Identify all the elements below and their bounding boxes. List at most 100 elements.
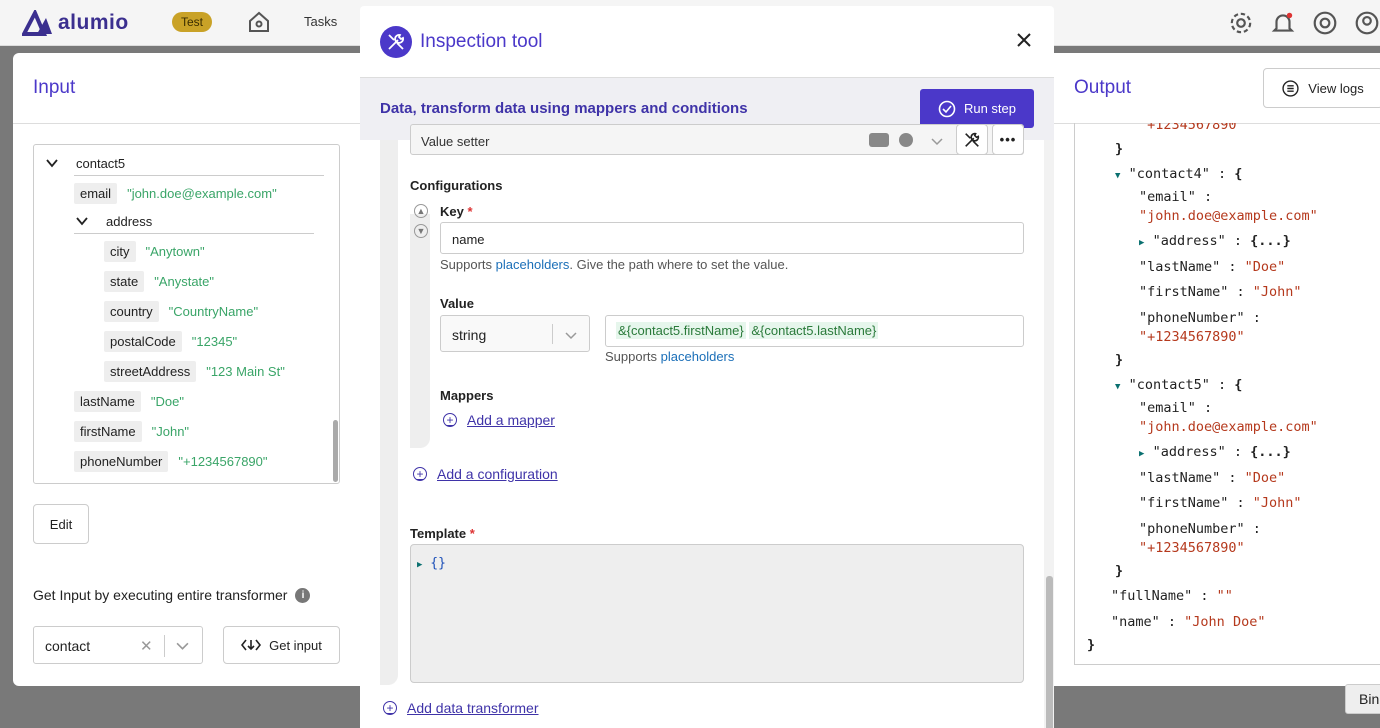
view-logs-button[interactable]: View logs bbox=[1263, 68, 1380, 108]
json-key: "lastName" bbox=[1139, 259, 1221, 275]
json-key: "address" bbox=[1152, 233, 1226, 249]
json-key: "fullName" bbox=[1111, 588, 1193, 604]
gear-icon[interactable] bbox=[1228, 10, 1254, 36]
bin-button[interactable]: Bin bbox=[1345, 684, 1380, 714]
toggle-icon[interactable] bbox=[869, 133, 889, 147]
caret-right-icon[interactable]: ▶ bbox=[1139, 449, 1144, 459]
key-help-pre: Supports bbox=[440, 257, 493, 272]
value-setter-label: Value setter bbox=[421, 134, 490, 149]
code-download-icon bbox=[241, 639, 262, 651]
tree-value: "123 Main St" bbox=[206, 363, 285, 379]
info-icon[interactable]: i bbox=[295, 587, 311, 603]
tools-icon bbox=[965, 132, 980, 147]
bell-icon[interactable] bbox=[1270, 10, 1296, 36]
transformer-select[interactable]: contact ✕ bbox=[33, 626, 203, 664]
json-collapsed[interactable]: {...} bbox=[1250, 233, 1291, 249]
chevron-down-icon[interactable] bbox=[46, 157, 58, 169]
info-icon[interactable] bbox=[899, 133, 913, 147]
caret-right-icon[interactable]: ▶ bbox=[417, 560, 422, 570]
user-avatar-icon[interactable] bbox=[1354, 10, 1380, 36]
value-input[interactable]: &{contact5.firstName} &{contact5.lastNam… bbox=[605, 315, 1024, 347]
add-data-transformer-link[interactable]: + Add data transformer bbox=[383, 700, 539, 716]
tree-value: "+1234567890" bbox=[178, 453, 268, 469]
clear-icon[interactable]: ✕ bbox=[140, 637, 153, 655]
view-logs-label: View logs bbox=[1308, 80, 1364, 96]
tools-button[interactable] bbox=[956, 124, 988, 155]
json-node-address[interactable]: ▶ "address" : {...} bbox=[1139, 233, 1291, 249]
caret-down-icon[interactable]: ▼ bbox=[1115, 171, 1120, 181]
json-row: "phoneNumber" : bbox=[1139, 310, 1261, 326]
modal-title: Inspection tool bbox=[420, 31, 543, 52]
value-help: Supports placeholders bbox=[605, 349, 734, 364]
json-node-contact5[interactable]: ▼ "contact5" : { bbox=[1115, 377, 1242, 393]
json-row: "email" : bbox=[1139, 189, 1213, 205]
json-string: "+1234567890" bbox=[1139, 123, 1245, 133]
get-input-button[interactable]: Get input bbox=[223, 626, 340, 664]
caret-down-icon[interactable]: ▼ bbox=[1115, 382, 1120, 392]
tree-key: phoneNumber bbox=[74, 450, 169, 472]
template-editor[interactable]: ▶ {} bbox=[410, 544, 1024, 683]
tree-row: streetAddress "123 Main St" bbox=[104, 360, 285, 382]
close-icon[interactable] bbox=[1016, 32, 1032, 48]
chevron-down-icon[interactable] bbox=[76, 215, 88, 227]
chevron-down-icon[interactable] bbox=[176, 639, 189, 652]
nav-tasks[interactable]: Tasks bbox=[304, 14, 337, 29]
input-panel: Input contact5 email "john.doe@example.c… bbox=[13, 53, 360, 686]
chevron-down-icon[interactable] bbox=[931, 135, 943, 147]
json-key: "email" bbox=[1139, 400, 1196, 416]
json-value: "john.doe@example.com" bbox=[1139, 208, 1318, 224]
placeholders-link[interactable]: placeholders bbox=[496, 257, 570, 272]
tree-row: email "john.doe@example.com" bbox=[74, 182, 277, 204]
value-help-pre: Supports bbox=[605, 349, 658, 364]
required-mark: * bbox=[467, 204, 473, 219]
transformer-select-value: contact bbox=[45, 638, 91, 654]
add-configuration-link[interactable]: + Add a configuration bbox=[413, 466, 558, 482]
brand-logo[interactable]: alumio bbox=[22, 10, 129, 36]
modal-scrollbar[interactable] bbox=[1044, 140, 1054, 728]
tree-row: phoneNumber "+1234567890" bbox=[74, 450, 268, 472]
json-key: "name" bbox=[1111, 614, 1160, 630]
json-value: "john.doe@example.com" bbox=[1139, 419, 1318, 435]
tree-row: state "Anystate" bbox=[104, 270, 214, 292]
placeholders-link[interactable]: placeholders bbox=[661, 349, 735, 364]
tree-value: "12345" bbox=[191, 333, 238, 349]
configurations-label: Configurations bbox=[410, 178, 503, 193]
json-collapsed[interactable]: {...} bbox=[1250, 444, 1291, 460]
tree-value: "John" bbox=[151, 423, 190, 439]
json-value: "Doe" bbox=[1244, 470, 1286, 486]
modal-header: Inspection tool bbox=[360, 6, 1054, 78]
tree-scrollbar[interactable] bbox=[333, 420, 338, 482]
json-node-address[interactable]: ▶ "address" : {...} bbox=[1139, 444, 1291, 460]
json-row: "firstName" : "John" bbox=[1139, 495, 1302, 511]
add-mapper-link[interactable]: + Add a mapper bbox=[443, 412, 555, 428]
tree-key: email bbox=[74, 182, 118, 204]
home-icon[interactable] bbox=[247, 10, 271, 34]
top-icon-bar bbox=[1228, 10, 1380, 36]
json-node-contact4[interactable]: ▼ "contact4" : { bbox=[1115, 166, 1242, 182]
tree-node-contact5[interactable]: contact5 bbox=[46, 152, 125, 174]
caret-right-icon[interactable]: ▶ bbox=[1139, 238, 1144, 248]
tree-key: lastName bbox=[74, 390, 141, 412]
json-row: "lastName" : "Doe" bbox=[1139, 259, 1286, 275]
tree-key: country bbox=[104, 300, 159, 322]
tree-node-address[interactable]: address bbox=[76, 210, 152, 232]
brand-name: alumio bbox=[58, 11, 129, 34]
value-setter-select[interactable]: Value setter bbox=[410, 124, 1024, 155]
json-key: "firstName" bbox=[1139, 284, 1229, 300]
json-row: "name" : "John Doe" bbox=[1111, 614, 1266, 630]
key-input[interactable]: name bbox=[440, 222, 1024, 254]
tree-row: city "Anytown" bbox=[104, 240, 205, 262]
chevron-down-icon[interactable] bbox=[565, 329, 577, 341]
run-step-button[interactable]: Run step bbox=[920, 89, 1034, 128]
configuration-gutter bbox=[410, 214, 430, 448]
inspection-tool-modal: Inspection tool Data, transform data usi… bbox=[360, 6, 1054, 728]
template-label: Template * bbox=[410, 526, 475, 541]
arrow-up-icon[interactable]: ▲ bbox=[414, 204, 428, 218]
modal-scrollbar-thumb[interactable] bbox=[1046, 576, 1053, 728]
arrow-down-icon[interactable]: ▼ bbox=[414, 224, 428, 238]
edit-button[interactable]: Edit bbox=[33, 504, 89, 544]
value-type-select[interactable]: string bbox=[440, 315, 590, 352]
template-row: ▶ {} bbox=[417, 556, 446, 571]
help-icon[interactable] bbox=[1312, 10, 1338, 36]
more-options-icon[interactable]: ••• bbox=[992, 124, 1024, 155]
